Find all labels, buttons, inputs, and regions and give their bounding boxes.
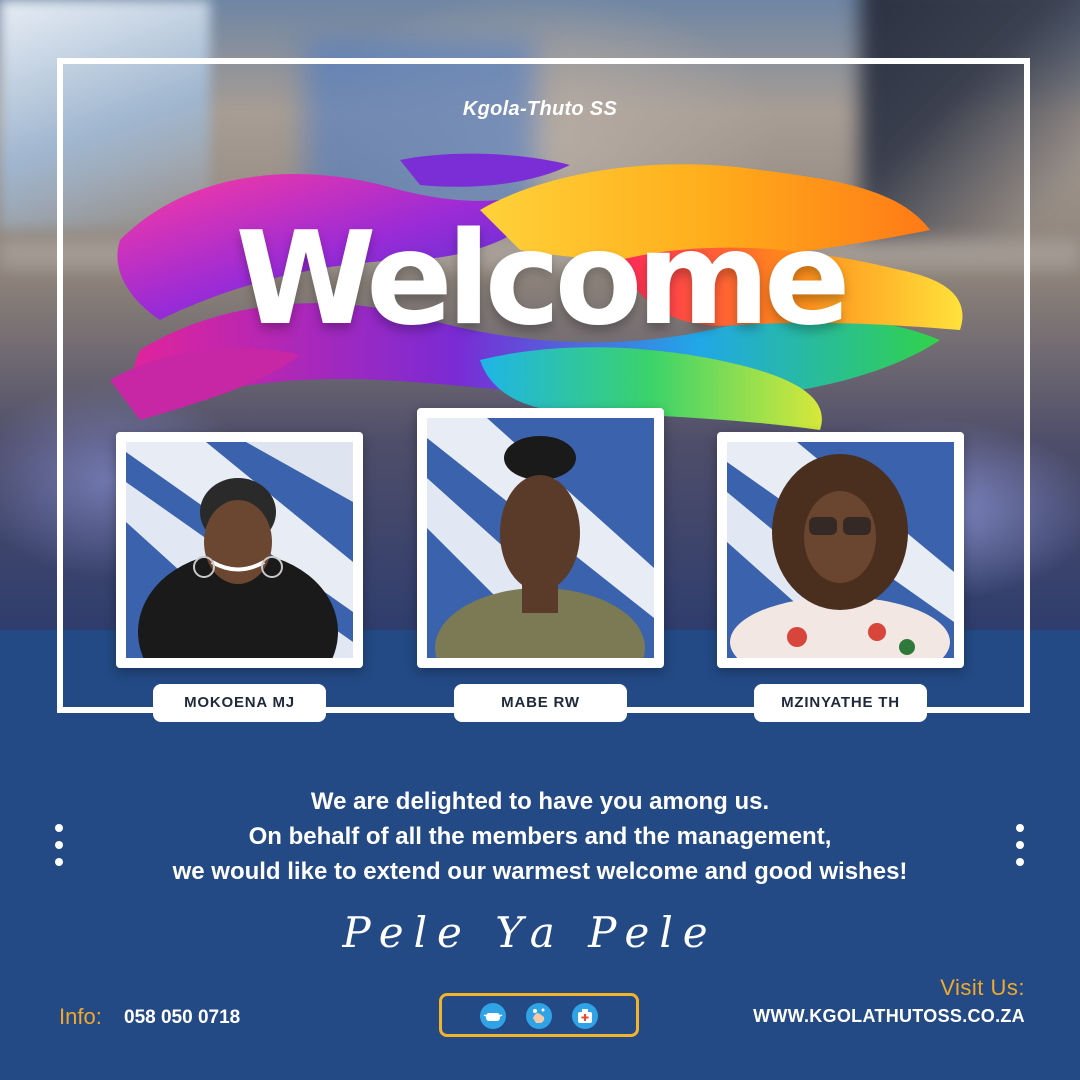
welcome-title: Welcome: [235, 205, 850, 354]
staff-photo: [427, 418, 654, 658]
staff-card-mokoena: [116, 432, 363, 668]
staff-name-tag: MZINYATHE TH: [754, 684, 927, 722]
hand-wash-icon: [526, 1003, 552, 1029]
staff-card-mabe: [417, 408, 664, 668]
staff-photo: [126, 442, 353, 658]
portrait-image: [427, 418, 654, 658]
decorative-dots-right: [1016, 824, 1026, 875]
visit-label: Visit Us:: [940, 975, 1025, 1000]
mask-icon: [480, 1003, 506, 1029]
first-aid-icon: [572, 1003, 598, 1029]
school-motto: Pele Ya Pele: [342, 908, 718, 957]
phone-number: 058 050 0718: [124, 1007, 241, 1028]
message-line: we would like to extend our warmest welc…: [172, 858, 908, 885]
staff-card-mzinyathe: [717, 432, 964, 668]
portrait-image: [126, 442, 353, 658]
website-link[interactable]: WWW.KGOLATHUTOSS.CO.ZA: [753, 1006, 1025, 1027]
message-line: We are delighted to have you among us.: [310, 788, 770, 815]
info-label: Info:: [59, 1004, 102, 1029]
staff-photo: [727, 442, 954, 658]
health-icons-box: [439, 993, 639, 1037]
welcome-message: We are delighted to have you among us. O…: [90, 784, 990, 889]
school-name: Kgola-Thuto SS: [462, 98, 618, 120]
decorative-dots-left: [55, 824, 65, 875]
portrait-image: [727, 442, 954, 658]
message-line: On behalf of all the members and the man…: [248, 823, 832, 850]
staff-name-tag: MABE RW: [454, 684, 627, 722]
staff-name-tag: MOKOENA MJ: [153, 684, 326, 722]
